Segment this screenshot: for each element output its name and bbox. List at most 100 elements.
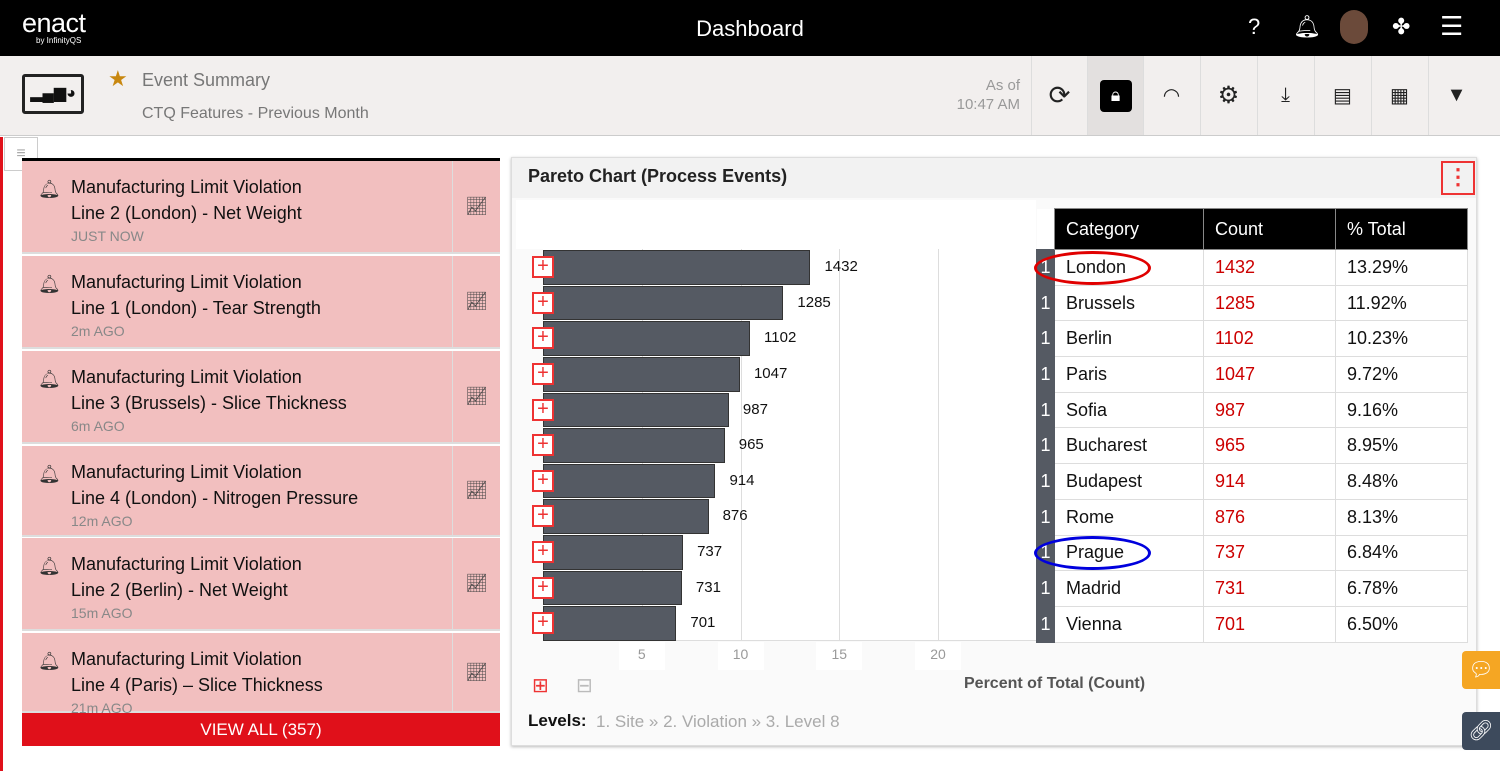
trend-chart-icon[interactable]: 📈︎ [452, 351, 500, 442]
expand-row-icon[interactable]: + [532, 291, 554, 314]
page-header: ▂▄▆◕ ★ Event Summary CTQ Features - Prev… [0, 56, 1500, 136]
category-cell[interactable]: Sofia [1054, 391, 1204, 429]
gauge-button[interactable]: ◠ [1143, 56, 1199, 135]
column-header-count[interactable]: Count [1203, 208, 1336, 250]
count-cell[interactable]: 701 [1203, 605, 1336, 643]
download-button[interactable]: ⤓ [1257, 56, 1313, 135]
bar-bucharest[interactable] [543, 428, 725, 463]
expand-row-icon[interactable]: + [532, 398, 554, 421]
bar-rome[interactable] [543, 499, 709, 535]
level-cell: 1 [1036, 356, 1055, 393]
table-row[interactable]: 1 Rome 876 8.13% [1036, 498, 1468, 536]
levels-breadcrumb[interactable]: 1. Site » 2. Violation » 3. Level 8 [596, 712, 840, 732]
event-item[interactable]: 🔔︎ Manufacturing Limit Violation Line 1 … [22, 256, 500, 349]
event-title: Manufacturing Limit Violation [71, 272, 302, 292]
app-title: Dashboard [696, 16, 804, 41]
expand-row-icon[interactable]: + [532, 327, 554, 350]
expand-row-icon[interactable]: + [532, 505, 554, 528]
expand-row-icon[interactable]: + [532, 362, 554, 385]
bar-london[interactable] [543, 250, 811, 285]
expand-row-icon[interactable]: + [532, 541, 554, 564]
count-cell[interactable]: 914 [1203, 463, 1336, 500]
count-cell[interactable]: 1047 [1203, 356, 1336, 393]
trend-chart-icon[interactable]: 📈︎ [452, 161, 500, 252]
count-cell[interactable]: 1102 [1203, 320, 1336, 358]
page-subtitle: CTQ Features - Previous Month [142, 105, 369, 122]
trend-chart-icon[interactable]: 📈︎ [452, 256, 500, 347]
bar-brussels[interactable] [543, 285, 784, 321]
refresh-button[interactable]: ⟳ [1031, 56, 1087, 135]
expand-row-icon[interactable]: + [532, 434, 554, 457]
event-item[interactable]: 🔔︎ Manufacturing Limit Violation Line 2 … [22, 161, 500, 254]
avatar[interactable] [1340, 10, 1368, 44]
category-cell[interactable]: Brussels [1054, 284, 1204, 322]
bar-prague[interactable] [543, 535, 684, 570]
count-cell[interactable]: 965 [1203, 427, 1336, 465]
column-header-category[interactable]: Category [1054, 208, 1204, 250]
expand-row-icon[interactable]: + [532, 612, 554, 635]
bar-paris[interactable] [543, 356, 740, 392]
report-filter-button[interactable]: ▦ [1371, 56, 1427, 135]
count-cell[interactable]: 1432 [1203, 249, 1336, 286]
settings-button[interactable]: ⚙ [1200, 56, 1256, 135]
table-row[interactable]: 1 Berlin 1102 10.23% [1036, 320, 1468, 358]
help-icon[interactable]: ? [1248, 14, 1260, 40]
trend-chart-icon[interactable]: 📈︎ [452, 446, 500, 535]
lock-icon: 🔒︎ [1099, 79, 1132, 112]
event-item[interactable]: 🔔︎ Manufacturing Limit Violation Line 4 … [22, 633, 500, 716]
category-cell[interactable]: Bucharest [1054, 427, 1204, 465]
count-cell[interactable]: 1285 [1203, 284, 1336, 322]
column-header-percent[interactable]: % Total [1335, 208, 1468, 250]
category-cell[interactable]: Rome [1054, 498, 1204, 536]
count-cell[interactable]: 876 [1203, 498, 1336, 536]
levels-label: Levels: [528, 711, 587, 730]
lock-button[interactable]: 🔒︎ [1087, 56, 1143, 135]
as-of-time: 10:47 AM [956, 96, 1020, 113]
table-row[interactable]: 1 Budapest 914 8.48% [1036, 463, 1468, 500]
count-cell[interactable]: 987 [1203, 391, 1336, 429]
bar-label: 731 [695, 578, 721, 596]
category-cell[interactable]: Madrid [1054, 570, 1204, 607]
document-button[interactable]: ▤ [1314, 56, 1370, 135]
expand-row-icon[interactable]: + [532, 469, 554, 492]
link-button[interactable]: 🔗︎ [1462, 712, 1500, 750]
event-title: Manufacturing Limit Violation [71, 649, 302, 669]
more-options-icon[interactable]: ⋮ [1441, 161, 1475, 195]
table-row[interactable]: 1 Madrid 731 6.78% [1036, 570, 1468, 607]
percent-cell: 9.72% [1335, 356, 1468, 393]
trend-chart-icon[interactable]: 📈︎ [452, 538, 500, 629]
table-row[interactable]: 1 Paris 1047 9.72% [1036, 356, 1468, 393]
bar-berlin[interactable] [543, 321, 751, 356]
view-all-button[interactable]: VIEW ALL (357) [22, 713, 500, 746]
trend-chart-icon[interactable]: 📈︎ [452, 633, 500, 711]
table-row[interactable]: 1 Vienna 701 6.50% [1036, 605, 1468, 643]
count-cell[interactable]: 731 [1203, 570, 1336, 607]
bell-icon[interactable]: 🔔︎ [1293, 14, 1321, 40]
star-icon[interactable]: ★ [108, 66, 128, 92]
percent-cell: 8.13% [1335, 498, 1468, 536]
category-cell[interactable]: Budapest [1054, 463, 1204, 500]
table-row[interactable]: 1 Sofia 987 9.16% [1036, 391, 1468, 429]
expand-all-icon[interactable]: ⊞ [532, 673, 549, 698]
bar-sofia[interactable] [543, 392, 729, 428]
category-cell[interactable]: Paris [1054, 356, 1204, 393]
collapse-all-icon[interactable]: ⊟ [576, 673, 593, 698]
filter-button[interactable]: ▼ [1428, 56, 1484, 135]
event-item[interactable]: 🔔︎ Manufacturing Limit Violation Line 3 … [22, 351, 500, 444]
count-cell[interactable]: 737 [1203, 534, 1336, 572]
bar-vienna[interactable] [543, 606, 677, 641]
expand-row-icon[interactable]: + [532, 256, 554, 278]
category-cell[interactable]: Berlin [1054, 320, 1204, 358]
bar-madrid[interactable] [543, 570, 682, 606]
table-row[interactable]: 1 Bucharest 965 8.95% [1036, 427, 1468, 465]
chat-button[interactable]: 💬︎ [1462, 651, 1500, 689]
community-icon[interactable]: ✤ [1392, 14, 1410, 40]
table-row[interactable]: 1 Brussels 1285 11.92% [1036, 284, 1468, 322]
category-cell[interactable]: Vienna [1054, 605, 1204, 643]
menu-icon[interactable]: ☰ [1440, 11, 1463, 42]
event-item[interactable]: 🔔︎ Manufacturing Limit Violation Line 4 … [22, 446, 500, 537]
expand-row-icon[interactable]: + [532, 576, 554, 599]
event-item[interactable]: 🔔︎ Manufacturing Limit Violation Line 2 … [22, 538, 500, 631]
level-cell: 1 [1036, 498, 1055, 536]
bar-budapest[interactable] [543, 463, 716, 499]
